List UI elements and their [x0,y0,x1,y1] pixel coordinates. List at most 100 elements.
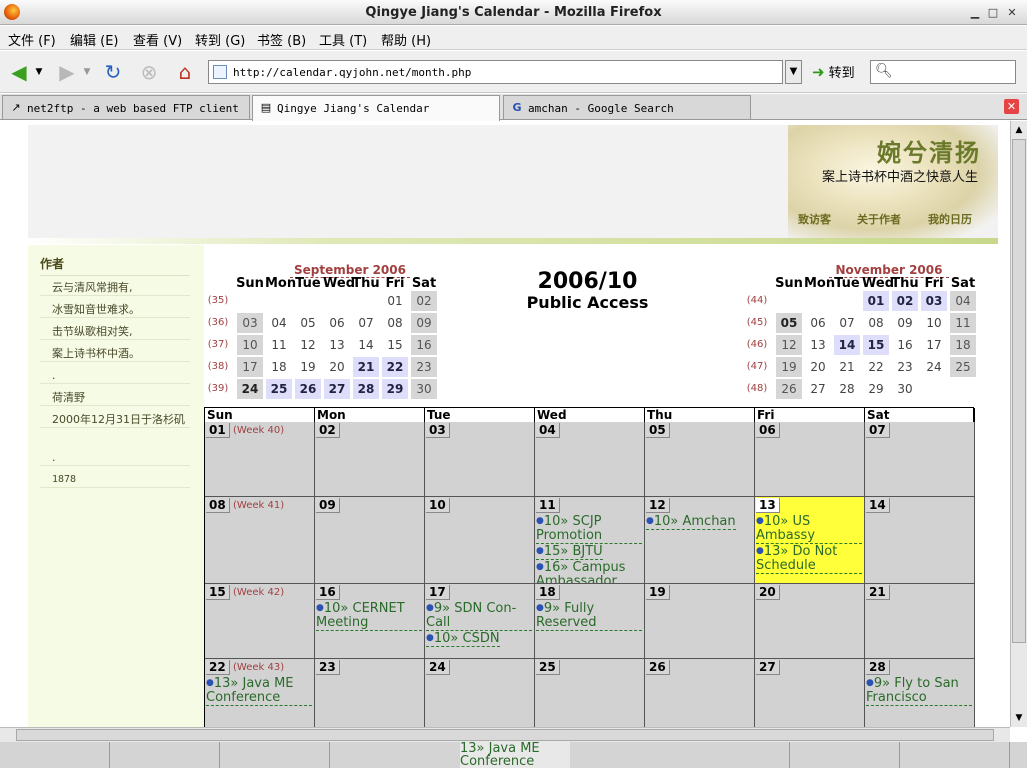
week-number[interactable]: (46) [743,339,771,350]
day-number[interactable]: 09 [316,498,340,513]
week-number[interactable]: (35) [204,295,232,306]
mini-day[interactable]: 23 [892,357,918,377]
mini-day[interactable]: 16 [411,335,437,355]
mini-day[interactable]: 10 [237,335,263,355]
tab-google-search[interactable]: G amchan - Google Search [503,95,751,119]
day-cell[interactable]: 14 [865,497,975,584]
week-number[interactable]: (48) [743,383,771,394]
taskbar-slot[interactable] [0,742,110,768]
day-cell[interactable]: 21 [865,584,975,659]
event-link[interactable]: ●13» Java ME Conference [206,676,312,706]
day-cell[interactable]: 16 ●10» CERNET Meeting [315,584,425,659]
day-cell[interactable]: 10 [425,497,535,584]
mini-day[interactable]: 23 [411,357,437,377]
day-number[interactable]: 07 [866,423,890,438]
mini-day[interactable]: 05 [295,313,321,333]
mini-day[interactable]: 16 [892,335,918,355]
day-number[interactable]: 04 [536,423,560,438]
mini-day[interactable]: 14 [353,335,379,355]
day-number[interactable]: 03 [426,423,450,438]
day-cell[interactable]: 24 [425,659,535,727]
day-cell[interactable]: 05 [645,422,755,497]
mini-day[interactable]: 01 [382,291,408,311]
url-bar[interactable] [208,60,783,84]
day-number[interactable]: 13 [756,498,780,513]
mini-day[interactable]: 06 [805,313,831,333]
week-label[interactable]: (Week 42) [233,587,284,598]
mini-day[interactable]: 01 [863,291,889,311]
day-cell[interactable]: 18 ●9» Fully Reserved [535,584,645,659]
mini-day[interactable]: 28 [834,379,860,399]
day-cell[interactable]: 02 [315,422,425,497]
mini-day[interactable]: 30 [892,379,918,399]
mini-day[interactable]: 18 [950,335,976,355]
scroll-up-arrow-icon[interactable]: ▲ [1013,123,1025,137]
stop-icon[interactable]: ⊗ [136,59,162,85]
day-cell[interactable]: 17 ●9» SDN Con-Call ●10» CSDN [425,584,535,659]
mini-day[interactable]: 20 [805,357,831,377]
mini-day[interactable]: 07 [834,313,860,333]
link-my-calendar[interactable]: 我的日历 [928,211,972,227]
menu-edit[interactable]: 编辑 (E) [70,30,119,49]
day-cell[interactable]: 07 [865,422,975,497]
event-link[interactable]: ●10» CSDN [426,631,500,647]
mini-day[interactable]: 09 [892,313,918,333]
vertical-scroll-thumb[interactable] [1012,139,1026,643]
day-number[interactable]: 27 [756,660,780,675]
mini-day[interactable]: 03 [237,313,263,333]
mini-day[interactable]: 10 [921,313,947,333]
day-cell[interactable]: 06 [755,422,865,497]
mini-day[interactable]: 26 [776,379,802,399]
mini-day[interactable]: 09 [411,313,437,333]
day-cell[interactable]: 12 ●10» Amchan [645,497,755,584]
mini-day[interactable]: 26 [295,379,321,399]
menu-file[interactable]: 文件 (F) [8,30,56,49]
url-input[interactable] [233,63,773,81]
mini-day[interactable]: 27 [805,379,831,399]
week-number[interactable]: (45) [743,317,771,328]
event-link[interactable]: ●10» US Ambassy [756,514,862,544]
day-cell[interactable]: 28 ●9» Fly to San Francisco [865,659,975,727]
back-dropdown-icon[interactable]: ▼ [32,59,46,85]
day-cell[interactable]: 20 [755,584,865,659]
week-number[interactable]: (39) [204,383,232,394]
event-link[interactable]: ●10» Amchan [646,514,736,530]
day-cell[interactable]: 15 (Week 42) [205,584,315,659]
mini-day[interactable]: 29 [382,379,408,399]
horizontal-scroll-thumb[interactable] [16,729,994,741]
taskbar-slot[interactable] [110,742,220,768]
mini-day[interactable]: 20 [324,357,350,377]
event-link[interactable]: ●16» Campus Ambassador [536,560,642,584]
event-link[interactable]: ●13» Do Not Schedule [756,544,862,574]
event-link[interactable]: ●10» CERNET Meeting [316,601,422,631]
day-cell[interactable]: 13 ●10» US Ambassy ●13» Do Not Schedule [755,497,865,584]
scroll-down-arrow-icon[interactable]: ▼ [1013,711,1025,725]
event-link[interactable]: ●9» Fly to San Francisco [866,676,972,706]
mini-day[interactable]: 04 [266,313,292,333]
mini-day[interactable]: 15 [863,335,889,355]
day-number[interactable]: 21 [866,585,890,600]
day-cell[interactable]: 09 [315,497,425,584]
day-cell[interactable]: 03 [425,422,535,497]
mini-day[interactable]: 04 [950,291,976,311]
mini-day[interactable]: 24 [921,357,947,377]
link-about-author[interactable]: 关于作者 [857,211,901,227]
day-number[interactable]: 25 [536,660,560,675]
day-number[interactable]: 12 [646,498,670,513]
mini-day[interactable]: 02 [892,291,918,311]
back-arrow-icon[interactable]: ◀ [6,59,32,85]
mini-day[interactable]: 28 [353,379,379,399]
mini-day[interactable]: 17 [237,357,263,377]
day-number[interactable]: 02 [316,423,340,438]
day-number[interactable]: 08 [206,498,230,513]
mini-day[interactable]: 07 [353,313,379,333]
taskbar-slot[interactable] [790,742,900,768]
menu-go[interactable]: 转到 (G) [195,30,245,49]
close-window-button[interactable]: ✕ [1005,6,1019,19]
day-number[interactable]: 26 [646,660,670,675]
day-number[interactable]: 05 [646,423,670,438]
forward-arrow-icon[interactable]: ▶ [54,59,80,85]
mini-day[interactable]: 12 [776,335,802,355]
mini-day[interactable]: 08 [382,313,408,333]
week-label[interactable]: (Week 43) [233,662,284,673]
